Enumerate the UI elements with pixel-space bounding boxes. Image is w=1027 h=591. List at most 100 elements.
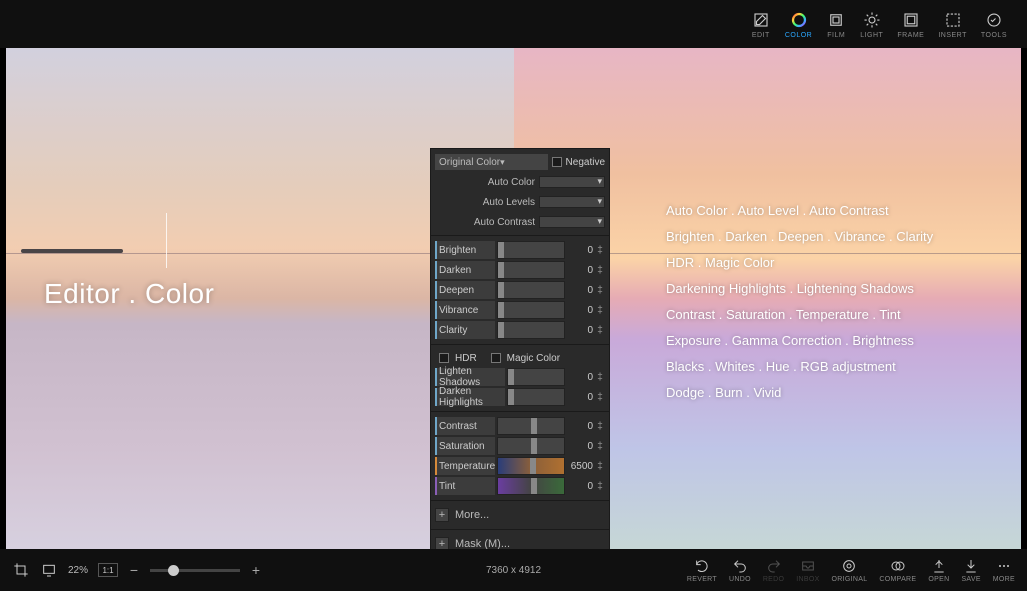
slider-stepper[interactable] — [595, 285, 605, 296]
original-button[interactable]: ORIGINAL — [832, 557, 868, 583]
zoom-out-button[interactable]: − — [128, 562, 140, 578]
slider-stepper[interactable] — [595, 265, 605, 276]
screen-icon[interactable] — [40, 561, 58, 579]
slider-stepper[interactable] — [595, 325, 605, 336]
auto-levels-dropdown[interactable] — [539, 196, 605, 208]
revert-button[interactable]: REVERT — [687, 557, 717, 583]
slider-deepen: Deepen 0 — [435, 280, 605, 300]
slider-label: Tint — [435, 477, 495, 495]
slider-label: Clarity — [435, 321, 495, 339]
slider-label: Temperature — [435, 457, 495, 475]
undo-icon — [731, 557, 749, 575]
slider-value: 0 — [567, 372, 593, 383]
zoom-in-button[interactable]: + — [250, 562, 262, 578]
slider-track[interactable] — [497, 261, 565, 279]
slider-label: Darken Highlights — [435, 388, 505, 406]
image-canvas[interactable]: Editor . Color Auto Color . Auto Level .… — [6, 48, 1021, 549]
compare-button[interactable]: COMPARE — [879, 557, 916, 583]
slider-vibrance: Vibrance 0 — [435, 300, 605, 320]
slider-stepper[interactable] — [595, 421, 605, 432]
mask-label: Mask (M)... — [455, 538, 510, 549]
toolbar-color[interactable]: COLOR — [785, 10, 812, 39]
negative-checkbox[interactable] — [552, 157, 562, 167]
slider-stepper[interactable] — [595, 461, 605, 472]
button-label: MORE — [993, 576, 1015, 583]
button-label: INBOX — [796, 576, 819, 583]
undo-button[interactable]: UNDO — [729, 557, 751, 583]
auto-levels-label: Auto Levels — [463, 197, 535, 208]
button-label: OPEN — [928, 576, 949, 583]
button-label: SAVE — [961, 576, 980, 583]
slider-track[interactable] — [497, 321, 565, 339]
sun-icon — [862, 10, 882, 30]
slider-track[interactable] — [497, 301, 565, 319]
auto-color-label: Auto Color — [463, 177, 535, 188]
slider-track[interactable] — [497, 457, 565, 475]
slider-value: 6500 — [567, 461, 593, 472]
slider-stepper[interactable] — [595, 245, 605, 256]
slider-track[interactable] — [497, 477, 565, 495]
slider-contrast: Contrast 0 — [435, 416, 605, 436]
slider-track[interactable] — [497, 281, 565, 299]
zoom-slider[interactable] — [150, 569, 240, 572]
auto-color-dropdown[interactable] — [539, 176, 605, 188]
color-panel: Original Color Negative Auto Color Auto … — [430, 148, 610, 549]
toolbar-insert[interactable]: INSERT — [938, 10, 967, 39]
slider-stepper[interactable] — [595, 372, 605, 383]
feature-line: Blacks . Whites . Hue . RGB adjustment — [666, 354, 933, 380]
slider-label: Brighten — [435, 241, 495, 259]
hdr-label: HDR — [455, 353, 477, 364]
bottom-toolbar: 22% 1:1 − + 7360 x 4912 REVERT UNDO REDO… — [0, 549, 1027, 591]
button-label: COMPARE — [879, 576, 916, 583]
redo-button: REDO — [763, 557, 784, 583]
open-button[interactable]: OPEN — [928, 557, 949, 583]
toolbar-edit[interactable]: EDIT — [751, 10, 771, 39]
slider-tint: Tint 0 — [435, 476, 605, 496]
feature-line: Dodge . Burn . Vivid — [666, 380, 933, 406]
slider-stepper[interactable] — [595, 392, 605, 403]
color-mode-dropdown[interactable]: Original Color — [435, 154, 548, 170]
film-icon — [826, 10, 846, 30]
toolbar-light[interactable]: LIGHT — [860, 10, 883, 39]
inbox-button: INBOX — [796, 557, 819, 583]
slider-darken highlights: Darken Highlights 0 — [435, 387, 605, 407]
feature-line: Brighten . Darken . Deepen . Vibrance . … — [666, 224, 933, 250]
slider-stepper[interactable] — [595, 305, 605, 316]
slider-value: 0 — [567, 421, 593, 432]
feature-line: Contrast . Saturation . Temperature . Ti… — [666, 302, 933, 328]
crop-icon[interactable] — [12, 561, 30, 579]
slider-value: 0 — [567, 285, 593, 296]
magic-color-checkbox[interactable] — [491, 353, 501, 363]
feature-line: Exposure . Gamma Correction . Brightness — [666, 328, 933, 354]
toolbar-tools[interactable]: TOOLS — [981, 10, 1007, 39]
slider-track[interactable] — [507, 368, 565, 386]
toolbar-film[interactable]: FILM — [826, 10, 846, 39]
mask-button[interactable]: + Mask (M)... — [435, 534, 605, 549]
slider-stepper[interactable] — [595, 441, 605, 452]
save-button[interactable]: SAVE — [961, 557, 980, 583]
callout-line — [166, 213, 167, 268]
slider-value: 0 — [567, 245, 593, 256]
slider-track[interactable] — [497, 437, 565, 455]
insert-icon — [943, 10, 963, 30]
toolbar-label: INSERT — [938, 32, 967, 39]
more-button[interactable]: + More... — [435, 505, 605, 525]
top-toolbar: EDIT COLOR FILM LIGHT FRAME INSERT TOO — [0, 0, 1027, 48]
feature-line: Darkening Highlights . Lightening Shadow… — [666, 276, 933, 302]
redo-icon — [765, 557, 783, 575]
hdr-checkbox[interactable] — [439, 353, 449, 363]
toolbar-frame[interactable]: FRAME — [897, 10, 924, 39]
toolbar-label: COLOR — [785, 32, 812, 39]
slider-clarity: Clarity 0 — [435, 320, 605, 340]
tools-icon — [984, 10, 1004, 30]
fit-icon[interactable]: 1:1 — [98, 563, 118, 577]
slider-track[interactable] — [497, 241, 565, 259]
slider-temperature: Temperature 6500 — [435, 456, 605, 476]
save-icon — [962, 557, 980, 575]
auto-contrast-label: Auto Contrast — [463, 217, 535, 228]
slider-track[interactable] — [497, 417, 565, 435]
auto-contrast-dropdown[interactable] — [539, 216, 605, 228]
more-button[interactable]: MORE — [993, 557, 1015, 583]
slider-stepper[interactable] — [595, 481, 605, 492]
slider-track[interactable] — [507, 388, 565, 406]
